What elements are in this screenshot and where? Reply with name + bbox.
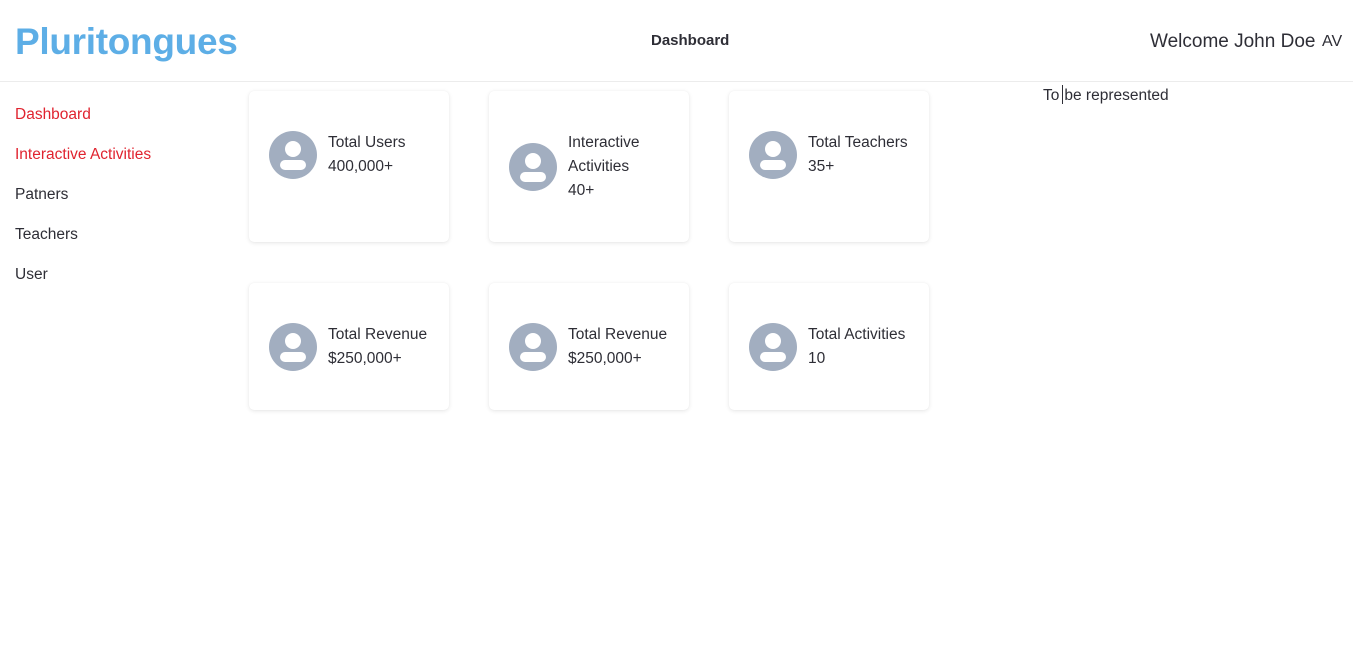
stat-label: Total Revenue (568, 326, 668, 343)
stat-value: $250,000+ (328, 350, 402, 367)
sidebar-nav: Dashboard Interactive Activities Patners… (15, 104, 215, 304)
user-avatar-icon (749, 323, 797, 371)
sidebar-item-teachers[interactable]: Teachers (15, 224, 215, 246)
stat-label: Interactive Activities (568, 134, 640, 175)
top-header: Pluritongues Dashboard Welcome John Doe … (0, 0, 1353, 82)
sidebar-item-patners[interactable]: Patners (15, 184, 215, 206)
stat-card-total-teachers: Total Teachers 35+ (729, 91, 929, 242)
stat-card-total-revenue: Total Revenue $250,000+ (249, 283, 449, 410)
stat-card-total-users: Total Users 400,000+ (249, 91, 449, 242)
user-avatar-icon (269, 323, 317, 371)
note-text-start: To (1043, 87, 1060, 104)
note-text-end: be represented (1064, 87, 1169, 104)
user-avatar-icon (269, 131, 317, 179)
stat-value: 35+ (808, 158, 835, 175)
user-avatar-icon (749, 131, 797, 179)
stat-label: Total Teachers (808, 134, 908, 151)
welcome-message: Welcome John Doe (1150, 31, 1316, 52)
user-avatar-icon (509, 323, 557, 371)
stat-value: 10 (808, 350, 826, 367)
user-avatar-icon (509, 143, 557, 191)
stat-label: Total Activities (808, 326, 906, 343)
stat-card-total-activities: Total Activities 10 (729, 283, 929, 410)
sidebar-item-interactive-activities[interactable]: Interactive Activities (15, 144, 215, 166)
stat-label: Total Revenue (328, 326, 428, 343)
stat-label: Total Users (328, 134, 406, 151)
stat-card-interactive-activities: Interactive Activities 40+ (489, 91, 689, 242)
stat-value: $250,000+ (568, 350, 642, 367)
stat-value: 40+ (568, 182, 595, 199)
stat-value: 400,000+ (328, 158, 394, 175)
stat-card-total-revenue: Total Revenue $250,000+ (489, 283, 689, 410)
sidebar-item-user[interactable]: User (15, 264, 215, 286)
placeholder-note: To be represented (1043, 85, 1169, 107)
nav-dashboard-title[interactable]: Dashboard (651, 31, 729, 51)
sidebar-item-dashboard[interactable]: Dashboard (15, 104, 215, 126)
app-logo[interactable]: Pluritongues (15, 19, 238, 65)
user-initials-avatar[interactable]: AV (1322, 32, 1342, 52)
